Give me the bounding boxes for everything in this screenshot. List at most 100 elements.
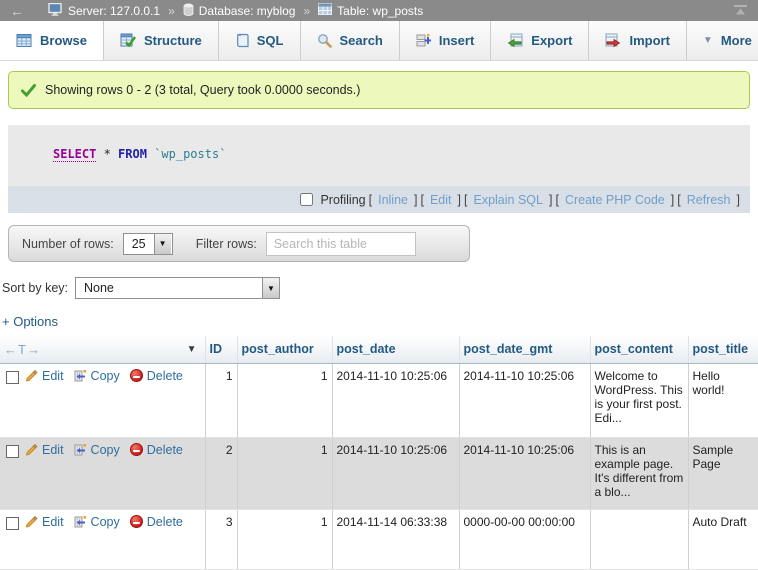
tab-more-label: More — [721, 33, 752, 48]
bracket: ] — [458, 193, 461, 207]
tab-more[interactable]: ▼ More — [687, 21, 758, 60]
cell-id: 1 — [205, 363, 237, 437]
delete-action[interactable]: Delete — [130, 515, 183, 529]
breadcrumb-bar: ← Server: 127.0.0.1 » Database: myblog »… — [0, 0, 758, 21]
back-arrow-icon[interactable]: ← — [10, 3, 24, 19]
sql-from-keyword: FROM — [118, 147, 147, 161]
number-of-rows-label: Number of rows: — [22, 237, 114, 251]
breadcrumb-server-label: Server: 127.0.0.1 — [68, 4, 160, 18]
table-header-row: ←T→ ▼ ID post_author post_date post_date… — [0, 336, 758, 363]
delete-icon — [130, 515, 143, 528]
select-dropdown-icon: ▼ — [262, 278, 279, 298]
tab-import-label: Import — [629, 33, 669, 48]
delete-link: Delete — [147, 443, 183, 457]
tab-browse[interactable]: Browse — [0, 21, 104, 60]
success-check-icon — [21, 84, 36, 97]
copy-action[interactable]: Copy — [74, 369, 120, 383]
copy-icon — [74, 443, 87, 456]
sql-icon — [235, 33, 249, 48]
delete-action[interactable]: Delete — [130, 443, 183, 457]
copy-action[interactable]: Copy — [74, 515, 120, 529]
cell-post-title: Auto Draft — [688, 509, 758, 569]
bracket: ] — [737, 193, 740, 207]
tab-insert-label: Insert — [439, 33, 474, 48]
delete-action[interactable]: Delete — [130, 369, 183, 383]
tab-export[interactable]: Export — [491, 21, 589, 60]
edit-query-link[interactable]: Edit — [430, 193, 452, 207]
copy-link: Copy — [91, 443, 120, 457]
row-checkbox[interactable] — [6, 445, 19, 458]
bracket: ] — [414, 193, 417, 207]
import-icon — [605, 33, 621, 48]
structure-icon — [120, 33, 136, 48]
column-header-post-title[interactable]: post_title — [688, 336, 758, 363]
pencil-icon — [25, 443, 38, 456]
tab-search[interactable]: Search — [301, 21, 400, 60]
sql-select-keyword: SELECT — [53, 147, 96, 162]
edit-action[interactable]: Edit — [25, 443, 64, 457]
number-of-rows-select[interactable]: 25 ▼ — [123, 233, 173, 255]
actions-column-header: ←T→ ▼ — [0, 336, 205, 363]
bracket: ] — [671, 193, 674, 207]
pencil-icon — [25, 369, 38, 382]
tab-structure[interactable]: Structure — [104, 21, 219, 60]
cell-post-date-gmt: 0000-00-00 00:00:00 — [459, 509, 590, 569]
tab-insert[interactable]: Insert — [400, 21, 491, 60]
column-header-post-content[interactable]: post_content — [590, 336, 688, 363]
row-checkbox[interactable] — [6, 517, 19, 530]
tab-structure-label: Structure — [144, 33, 202, 48]
copy-icon — [74, 369, 87, 382]
column-header-id[interactable]: ID — [205, 336, 237, 363]
column-visibility-icon[interactable]: ▼ — [187, 344, 197, 355]
delete-link: Delete — [147, 515, 183, 529]
export-icon — [507, 33, 523, 48]
profiling-checkbox[interactable] — [300, 193, 313, 206]
breadcrumb-table-label: Table: wp_posts — [337, 4, 423, 18]
sort-by-key-select[interactable]: None ▼ — [75, 277, 280, 299]
column-header-post-author[interactable]: post_author — [237, 336, 332, 363]
bracket: [ — [369, 193, 372, 207]
copy-icon — [74, 515, 87, 528]
edit-action[interactable]: Edit — [25, 369, 64, 383]
breadcrumb-separator: » — [168, 4, 175, 18]
tab-search-label: Search — [340, 33, 383, 48]
cell-post-author: 1 — [237, 363, 332, 437]
search-icon — [317, 33, 332, 48]
edit-link: Edit — [42, 369, 64, 383]
collapse-top-icon[interactable] — [733, 5, 748, 16]
inline-link[interactable]: Inline — [378, 193, 408, 207]
sql-query-box: SELECT * FROM `wp_posts` Profiling [Inli… — [8, 125, 750, 213]
bracket: [ — [555, 193, 558, 207]
tab-browse-label: Browse — [40, 33, 87, 48]
column-header-post-date[interactable]: post_date — [332, 336, 459, 363]
row-actions-cell: Edit Copy Delete — [0, 437, 205, 509]
status-message: Showing rows 0 - 2 (3 total, Query took … — [8, 71, 750, 109]
table-icon — [318, 3, 332, 18]
breadcrumb-table[interactable]: Table: wp_posts — [318, 3, 423, 18]
row-checkbox[interactable] — [6, 371, 19, 384]
filter-rows-input[interactable] — [266, 232, 416, 256]
table-row: EditCopyDelete 1 1 2014-11-10 10:25:06 2… — [0, 363, 758, 437]
cell-post-date-gmt: 2014-11-10 10:25:06 — [459, 363, 590, 437]
cell-post-author: 1 — [237, 437, 332, 509]
options-toggle-link[interactable]: + Options — [2, 314, 58, 329]
sql-star: * — [96, 147, 118, 161]
row-actions-cell: Edit Copy Delete — [0, 509, 205, 569]
tab-import[interactable]: Import — [589, 21, 686, 60]
number-of-rows-value: 25 — [124, 234, 154, 254]
tab-sql[interactable]: SQL — [219, 21, 301, 60]
create-php-code-link[interactable]: Create PHP Code — [565, 193, 665, 207]
cell-post-content — [590, 509, 688, 569]
breadcrumb-server[interactable]: Server: 127.0.0.1 — [48, 3, 160, 19]
refresh-link[interactable]: Refresh — [687, 193, 731, 207]
delete-link: Delete — [147, 369, 183, 383]
copy-action[interactable]: Copy — [74, 443, 120, 457]
tab-export-label: Export — [531, 33, 572, 48]
column-move-arrows[interactable]: ←T→ — [4, 342, 41, 357]
breadcrumb-database[interactable]: Database: myblog — [183, 3, 296, 19]
edit-action[interactable]: Edit — [25, 515, 64, 529]
explain-sql-link[interactable]: Explain SQL — [473, 193, 542, 207]
tab-bar: Browse Structure SQL Search Insert Expor… — [0, 21, 758, 61]
tab-sql-label: SQL — [257, 33, 284, 48]
column-header-post-date-gmt[interactable]: post_date_gmt — [459, 336, 590, 363]
